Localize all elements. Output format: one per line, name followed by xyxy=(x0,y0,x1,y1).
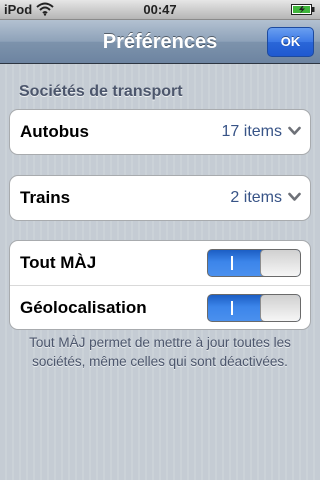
toggle-on-indicator xyxy=(231,301,233,315)
update-all-toggle[interactable] xyxy=(207,249,301,277)
chevron-down-icon xyxy=(288,126,301,135)
geolocation-label: Géolocalisation xyxy=(20,298,147,317)
geolocation-toggle[interactable] xyxy=(207,294,301,322)
autobus-row[interactable]: Autobus 17 items xyxy=(10,110,310,154)
footer-note: Tout MÀJ permet de mettre à jour toutes … xyxy=(29,335,291,369)
section-header-transport: Sociétés de transport xyxy=(19,83,183,100)
ok-button[interactable]: OK xyxy=(267,27,314,57)
chevron-down-icon xyxy=(288,192,301,201)
trains-label: Trains xyxy=(20,188,71,207)
navigation-bar: Préférences OK xyxy=(0,20,320,64)
trains-group: Trains 2 items xyxy=(9,175,311,221)
trains-count: 2 items xyxy=(230,189,282,206)
clock-time: 00:47 xyxy=(143,2,177,17)
trains-row[interactable]: Trains 2 items xyxy=(10,176,310,220)
toggle-knob[interactable] xyxy=(260,250,300,276)
toggle-knob[interactable] xyxy=(260,295,300,321)
update-all-row: Tout MÀJ xyxy=(10,241,310,285)
geolocation-row: Géolocalisation xyxy=(10,285,310,329)
autobus-count: 17 items xyxy=(221,123,282,140)
autobus-label: Autobus xyxy=(20,122,89,141)
update-all-label: Tout MÀJ xyxy=(20,253,97,272)
autobus-group: Autobus 17 items xyxy=(9,109,311,155)
status-bar: iPod 00:47 xyxy=(0,0,320,20)
toggle-on-indicator xyxy=(231,256,233,270)
settings-group: Tout MÀJ Géolocalisation xyxy=(9,240,311,330)
battery-charging-icon xyxy=(291,4,315,15)
